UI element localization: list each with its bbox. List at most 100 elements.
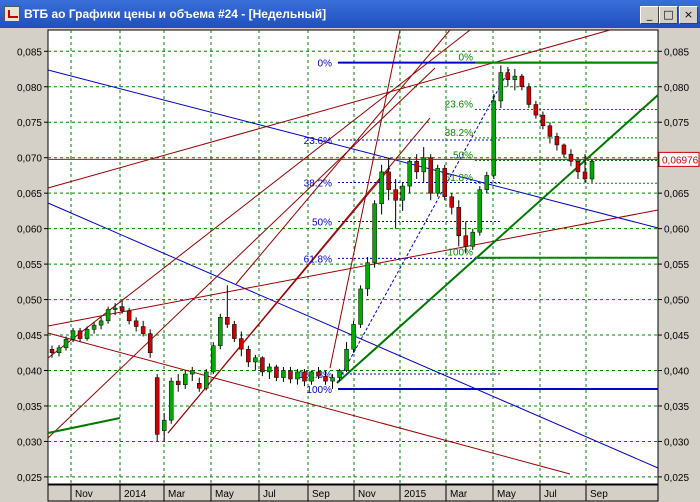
candle-body <box>372 203 377 263</box>
candle-body <box>274 366 279 378</box>
maximize-button[interactable]: □ <box>659 6 678 24</box>
y-tick-label-left: 0,040 <box>17 367 42 378</box>
candle-body <box>442 168 447 197</box>
candle-body <box>435 168 440 194</box>
candle-body <box>302 371 307 382</box>
candle-body <box>554 136 560 146</box>
candle-body <box>190 370 195 375</box>
price-chart[interactable]: 0,085 0,080 0,075 0,070 0,065 0,060 0,055 0,050… <box>0 28 700 502</box>
x-tick-label: May <box>497 489 516 500</box>
candle-body <box>119 306 125 312</box>
candle-body <box>126 310 132 322</box>
candle-body <box>498 72 504 102</box>
close-button[interactable]: × <box>679 6 698 24</box>
candle-body <box>91 324 97 330</box>
y-tick-label-left: 0,060 <box>17 225 42 236</box>
candle-body <box>400 185 405 201</box>
y-tick-label-right: 0,085 <box>664 47 689 58</box>
candle-body <box>519 75 525 87</box>
candle-body <box>295 371 300 380</box>
y-tick-label-right: 0,035 <box>664 402 689 413</box>
y-tick-label-right: 0,050 <box>664 296 689 307</box>
x-tick-label: 2014 <box>124 489 147 500</box>
fib-level-label: 61.8% <box>304 254 332 265</box>
x-tick-label: Nov <box>75 489 93 500</box>
x-tick-label: Mar <box>450 489 468 500</box>
fib-level-label: 23.6% <box>304 136 332 147</box>
y-tick-label-left: 0,025 <box>17 473 42 484</box>
candle-body <box>575 160 581 173</box>
last-price-label: 0,06976 <box>662 155 699 166</box>
chart-app-icon <box>4 6 20 22</box>
candle-body <box>182 373 188 385</box>
candle-body <box>168 380 174 421</box>
y-tick-label-right: 0,025 <box>664 473 689 484</box>
y-tick-label-left: 0,050 <box>17 296 42 307</box>
candle-body <box>133 320 139 327</box>
candle-body <box>526 86 532 105</box>
candle-body <box>337 370 342 378</box>
candle-body <box>547 125 553 137</box>
candle-body <box>463 235 469 247</box>
candle-body <box>105 309 111 322</box>
candle-body <box>512 75 518 80</box>
candle-body <box>211 345 216 373</box>
y-tick-label-right: 0,075 <box>664 118 689 129</box>
x-tick-label: May <box>215 489 234 500</box>
candle-body <box>239 338 244 350</box>
candle-body <box>428 157 433 194</box>
candle-body <box>589 160 595 180</box>
candle-body <box>70 330 76 340</box>
fib-level-label: 23.6% <box>445 99 473 110</box>
x-tick-label: 2015 <box>404 489 427 500</box>
candle-body <box>491 100 497 176</box>
y-tick-label-right: 0,045 <box>664 331 689 342</box>
candle-body <box>582 171 588 180</box>
candle-body <box>561 144 567 155</box>
candle-body <box>267 366 272 373</box>
window-title: ВТБ ао Графики цены и объема #24 - [Неде… <box>24 7 327 21</box>
y-tick-label-left: 0,065 <box>17 189 42 200</box>
candle-body <box>351 324 356 350</box>
y-tick-label-left: 0,080 <box>17 83 42 94</box>
candle-body <box>218 317 223 346</box>
candle-body <box>386 171 391 190</box>
candle-body <box>470 231 476 247</box>
minimize-button[interactable]: _ <box>640 6 659 24</box>
fib-level-label: 0% <box>318 59 333 70</box>
fib-level-label: 38.2% <box>445 128 473 139</box>
candle-body <box>309 371 314 382</box>
y-tick-label-right: 0,060 <box>664 225 689 236</box>
candle-body <box>281 370 286 378</box>
candle-body <box>484 175 490 190</box>
fib-level-label: 38.2% <box>304 179 332 190</box>
candle-body <box>161 419 167 432</box>
fib-level-label: 100% <box>447 248 473 259</box>
candle-body <box>140 326 146 334</box>
y-tick-label-left: 0,055 <box>17 260 42 271</box>
candle-body <box>330 377 335 382</box>
candle-body <box>540 114 546 127</box>
candle-body <box>246 348 251 363</box>
candle-body <box>365 262 370 290</box>
candle-body <box>98 320 104 326</box>
y-tick-label-right: 0,065 <box>664 189 689 200</box>
candle-body <box>112 307 118 310</box>
candle-body <box>288 370 293 380</box>
fib-level-label: 50% <box>312 218 332 229</box>
y-tick-label-left: 0,070 <box>17 154 42 165</box>
candle-body <box>344 348 349 371</box>
candle-body <box>197 383 202 389</box>
x-tick-label: Sep <box>590 489 608 500</box>
candle-body <box>393 189 398 201</box>
window-titlebar: ВТБ ао Графики цены и объема #24 - [Неде… <box>0 0 700 28</box>
x-tick-label: Jul <box>263 489 276 500</box>
candle-body <box>56 347 62 354</box>
y-tick-label-right: 0,055 <box>664 260 689 271</box>
x-axis: Nov 2014 Mar May Jul Sep Nov 2015 Mar May Jul Sep <box>47 484 659 502</box>
y-tick-label-left: 0,075 <box>17 118 42 129</box>
y-tick-label-left: 0,030 <box>17 437 42 448</box>
y-tick-label-right: 0,030 <box>664 437 689 448</box>
candle-body <box>456 207 462 236</box>
fib-level-label: 100% <box>306 385 332 396</box>
